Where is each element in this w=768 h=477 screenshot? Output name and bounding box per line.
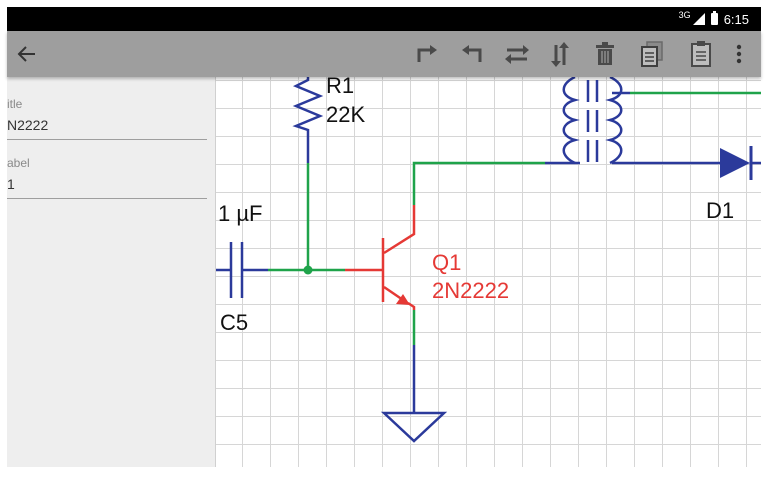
transistor-name-label: Q1 [432,250,461,275]
transistor-part-label: 2N2222 [432,278,509,303]
overflow-menu-button[interactable] [719,31,759,77]
rotate-left-icon [462,45,482,62]
title-field-label: itle [7,97,23,111]
title-field-value[interactable]: N2222 [7,117,207,133]
toolbar [7,31,761,77]
transistor-q1[interactable] [345,205,416,310]
paste-button[interactable] [681,31,721,77]
schematic-canvas[interactable]: R1 22K 1 µF C5 Q1 2N2222 D1 [216,77,761,467]
resistor-r1[interactable] [292,77,324,163]
rotate-right-icon [417,45,437,62]
arrow-left-icon [17,46,35,62]
rotate-left-button[interactable] [452,31,492,77]
flip-vertical-button[interactable] [540,31,580,77]
label-field-value[interactable]: 1 [7,176,207,192]
label-field-label: abel [7,156,30,170]
properties-panel: itle N2222 abel 1 [7,77,216,467]
delete-button[interactable] [585,31,625,77]
transformer[interactable] [545,77,720,165]
capacitor-c5[interactable] [216,242,268,298]
title-field[interactable]: itle N2222 [7,97,207,140]
network-type: 3G [678,10,691,20]
copy-icon [641,41,663,67]
signal-icon [692,13,705,25]
status-bar: 3G 6:15 [7,7,761,31]
diode-name-label: D1 [706,198,734,223]
junction-dot [303,265,313,275]
label-field[interactable]: abel 1 [7,156,207,199]
flip-vertical-icon [551,42,569,67]
capacitor-value-label: 1 µF [218,201,262,226]
ground-symbol[interactable] [380,345,448,443]
clock: 6:15 [723,11,749,27]
overflow-menu-icon [736,44,742,64]
wires [268,91,761,345]
flip-horizontal-button[interactable] [497,31,537,77]
flip-horizontal-icon [505,45,529,64]
label-field-underline [7,198,207,199]
resistor-value-label: 22K [326,102,365,127]
capacitor-name-label: C5 [220,310,248,335]
status-icons: 3G 6:15 [679,10,749,28]
title-field-underline [7,139,207,140]
paste-icon [691,41,711,67]
rotate-right-button[interactable] [407,31,447,77]
resistor-name-label: R1 [326,77,354,98]
schematic-drawing: R1 22K 1 µF C5 Q1 2N2222 D1 [216,77,761,443]
delete-icon [596,42,614,65]
copy-button[interactable] [632,31,672,77]
battery-icon [710,11,718,25]
back-button[interactable] [7,31,47,77]
diode-d1[interactable] [720,146,761,180]
